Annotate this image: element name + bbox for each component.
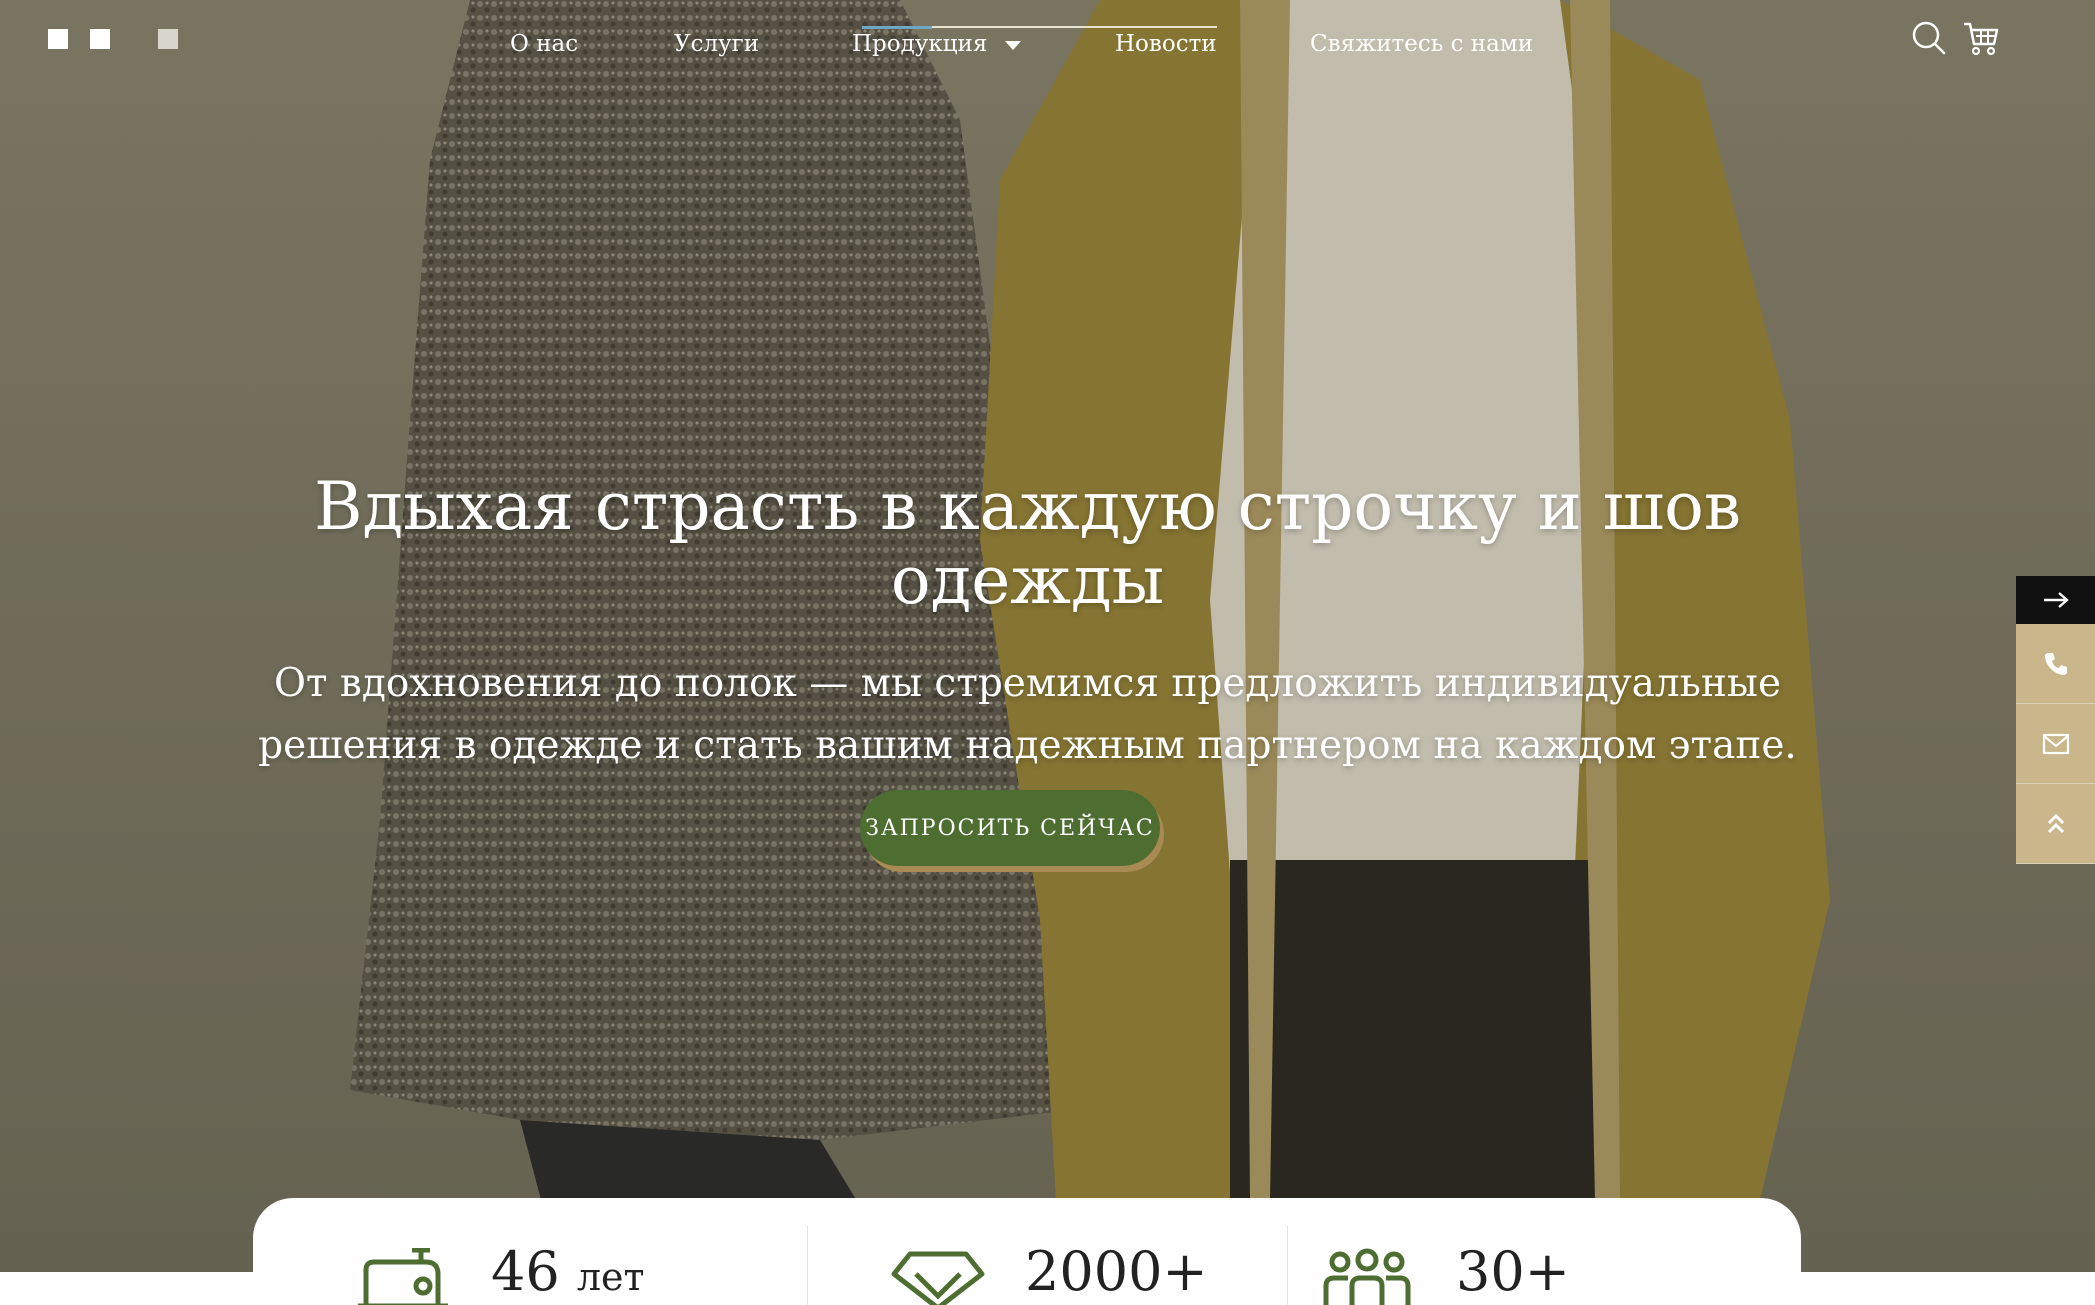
search-icon[interactable] [1909, 18, 1949, 58]
nav-item-services[interactable]: Услуги [674, 26, 759, 62]
hero-title: Вдыхая страсть в каждую строчку и шов од… [313, 468, 1742, 619]
double-chevron-up-icon [2047, 813, 2064, 833]
nav-item-products-label: Продукция [852, 31, 988, 57]
stat-years-unit: лет [576, 1255, 645, 1299]
arrow-right-icon [2043, 592, 2069, 608]
diamond-icon [891, 1251, 985, 1305]
header-actions [1909, 18, 2001, 58]
phone-icon [2044, 652, 2067, 675]
floating-contact-bar [2016, 576, 2095, 864]
nav-item-products[interactable]: Продукция [852, 26, 1022, 62]
stat-years: 46 лет [253, 1198, 807, 1305]
sewing-machine-icon [358, 1248, 448, 1305]
stat-team-value: 30+ [1456, 1240, 1570, 1303]
stat-products-value: 2000+ [1025, 1240, 1208, 1303]
stat-years-number: 46 [491, 1240, 560, 1303]
stats-card: 46 лет 2000+ 30+ [253, 1198, 1801, 1305]
hero-overlay [0, 0, 2095, 1272]
nav-item-about[interactable]: О нас [510, 26, 578, 62]
arrow-right-button[interactable] [2016, 576, 2095, 624]
mail-icon [2042, 733, 2069, 754]
stat-team: 30+ [1288, 1198, 1801, 1305]
chevron-down-icon [1005, 40, 1022, 50]
phone-button[interactable] [2016, 624, 2095, 704]
request-now-button[interactable]: ЗАПРОСИТЬ СЕЙЧАС [860, 790, 1160, 866]
hero-subtitle: От вдохновения до полок — мы стремимся п… [258, 661, 1797, 768]
mail-button[interactable] [2016, 704, 2095, 784]
main-nav: О нас Услуги Продукция Новости Свяжитесь… [0, 26, 2095, 62]
hero-section [0, 0, 2095, 1272]
cart-icon[interactable] [1961, 18, 2001, 58]
nav-item-contact[interactable]: Свяжитесь с нами [1310, 26, 1533, 62]
stat-years-value: 46 лет [491, 1242, 645, 1305]
stat-products: 2000+ [808, 1198, 1288, 1305]
team-icon [1323, 1248, 1411, 1305]
scroll-top-button[interactable] [2016, 784, 2095, 864]
nav-item-news[interactable]: Новости [1115, 26, 1217, 62]
